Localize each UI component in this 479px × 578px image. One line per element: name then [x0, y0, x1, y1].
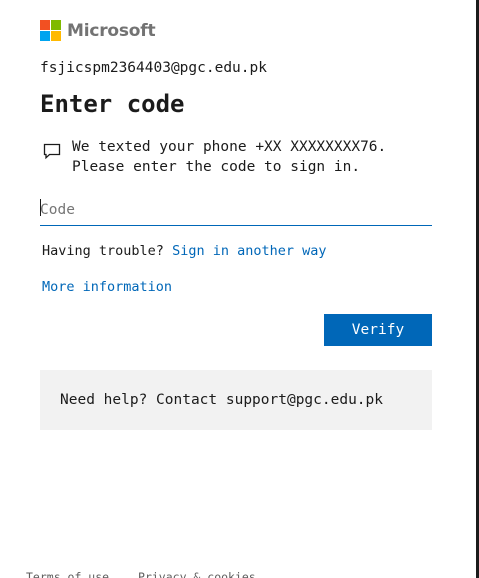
logo-text: Microsoft [67, 20, 156, 41]
sms-message-line-1: We texted your phone +XX XXXXXXXX76. [72, 139, 387, 155]
code-input[interactable] [40, 195, 432, 226]
sms-message-line-2: Please enter the code to sign in. [72, 159, 361, 175]
verify-button[interactable]: Verify [324, 314, 432, 346]
terms-of-use-link[interactable]: Terms of use [26, 570, 109, 578]
footer: Terms of use Privacy & cookies [26, 570, 278, 578]
trouble-row: Having trouble? Sign in another way [42, 243, 327, 259]
trouble-label: Having trouble? [42, 243, 164, 259]
more-information-link[interactable]: More information [42, 279, 172, 295]
help-text: Need help? Contact support@pgc.edu.pk [60, 392, 384, 408]
microsoft-logo-icon [40, 20, 61, 41]
account-email: fsjicspm2364403@pgc.edu.pk [40, 60, 267, 76]
chat-bubble-icon [43, 143, 61, 160]
microsoft-logo: Microsoft [40, 20, 156, 41]
help-box: Need help? Contact support@pgc.edu.pk [40, 370, 432, 430]
sms-message: We texted your phone +XX XXXXXXXX76. Ple… [72, 137, 432, 177]
sign-in-another-way-link[interactable]: Sign in another way [172, 243, 326, 259]
privacy-cookies-link[interactable]: Privacy & cookies [138, 570, 256, 578]
page-title: Enter code [40, 90, 185, 118]
text-caret [40, 199, 41, 216]
